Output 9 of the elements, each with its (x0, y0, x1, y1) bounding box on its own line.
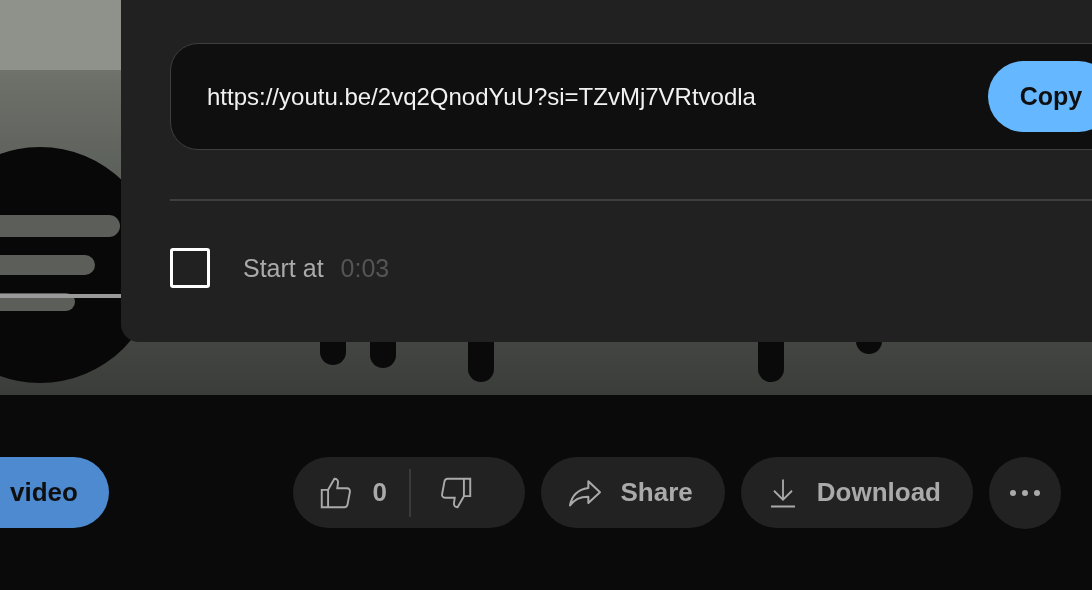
link-field[interactable]: https://youtu.be/2vq2QnodYuU?si=TZvMj7VRtvodla Copy (170, 43, 1092, 150)
download-button[interactable]: Download (740, 457, 973, 528)
video-button[interactable]: video (0, 457, 109, 528)
more-icon (1009, 488, 1041, 497)
start-at-label: Start at (243, 253, 324, 283)
like-button[interactable]: 0 (316, 473, 387, 512)
start-at-checkbox[interactable] (170, 248, 210, 288)
share-button[interactable]: Share (540, 457, 725, 528)
copy-button[interactable]: Copy (988, 61, 1092, 132)
